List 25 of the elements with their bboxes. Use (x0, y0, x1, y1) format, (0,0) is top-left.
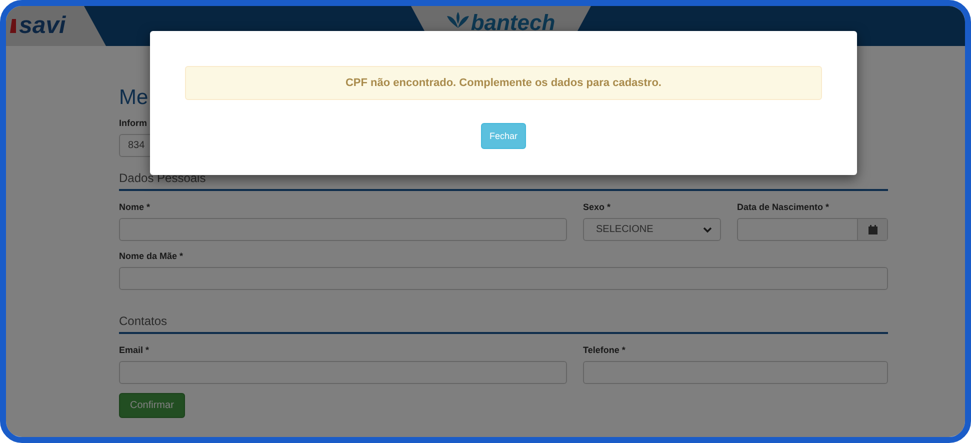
close-button[interactable]: Fechar (481, 123, 526, 149)
field-label: Data de Nascimento * (737, 202, 830, 213)
text-field[interactable] (119, 361, 567, 384)
field-label: Telefone * (583, 345, 626, 356)
logo-text: savi (19, 14, 66, 38)
select-field[interactable]: SELECIONE (583, 218, 721, 241)
confirm-button[interactable]: Confirmar (119, 393, 185, 418)
text-field[interactable] (119, 267, 888, 290)
field-label: Inform (119, 118, 148, 129)
field-label: Sexo * (583, 202, 612, 213)
date-field[interactable] (737, 218, 888, 241)
logo-mark-icon (10, 19, 16, 33)
page-title: Me (119, 86, 148, 110)
field-label: Nome da Mãe * (119, 251, 184, 262)
section-title: Dados Pessoais (119, 171, 207, 185)
section-title: Contatos (119, 314, 168, 328)
field-label: Nome * (119, 202, 152, 213)
field-label: Email * (119, 345, 150, 356)
text-field[interactable] (583, 361, 888, 384)
text-field[interactable] (119, 218, 567, 241)
leaf-icon (446, 12, 469, 28)
alert-message: CPF não encontrado. Complemente os dados para cadastro. (185, 66, 822, 100)
chevron-down-icon (703, 226, 712, 232)
logo-text: bantech (470, 12, 556, 34)
calendar-icon (868, 224, 878, 234)
